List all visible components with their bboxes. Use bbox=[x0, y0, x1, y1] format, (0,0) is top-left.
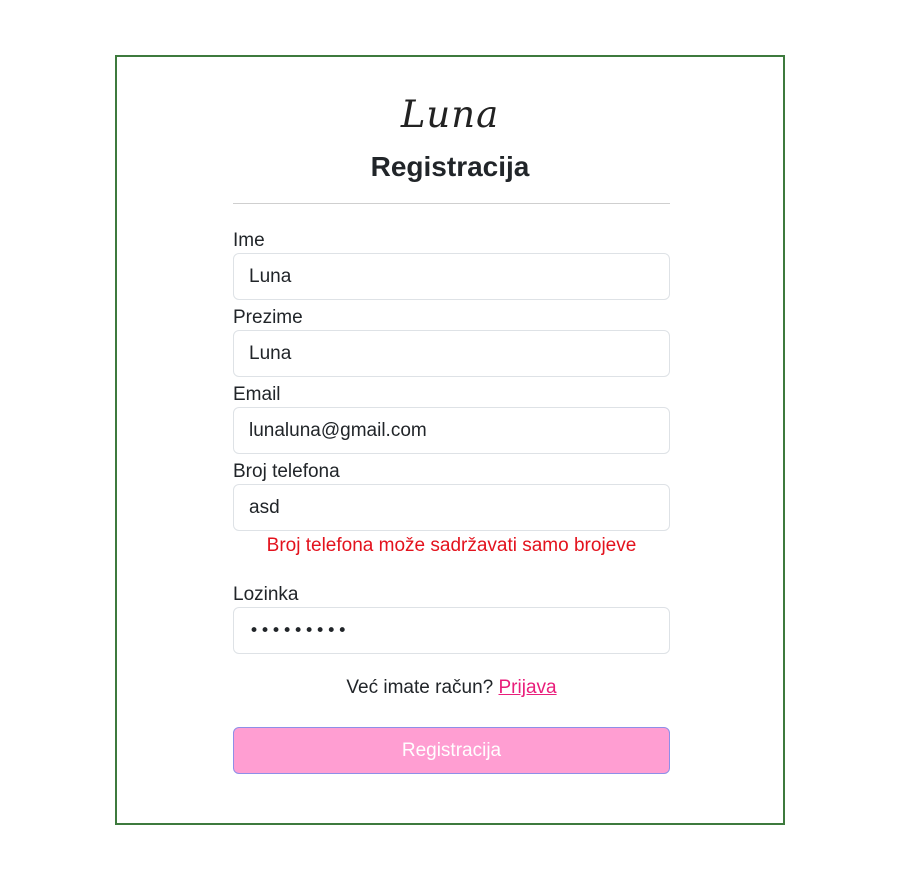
password-input[interactable] bbox=[233, 607, 670, 654]
brand-logo: Luna bbox=[400, 93, 500, 136]
login-link[interactable]: Prijava bbox=[499, 677, 557, 698]
divider bbox=[233, 203, 670, 204]
password-label: Lozinka bbox=[233, 584, 299, 605]
first-name-label: Ime bbox=[233, 230, 265, 251]
login-prompt-text: Već imate račun? bbox=[346, 677, 494, 698]
register-button[interactable]: Registracija bbox=[233, 727, 670, 774]
phone-error-message: Broj telefona može sadržavati samo broje… bbox=[266, 535, 637, 556]
phone-label: Broj telefona bbox=[233, 461, 340, 482]
last-name-label: Prezime bbox=[233, 307, 303, 328]
page-title: Registracija bbox=[370, 151, 530, 182]
phone-input[interactable] bbox=[233, 484, 670, 531]
email-input[interactable] bbox=[233, 407, 670, 454]
login-prompt: Već imate račun? Prijava bbox=[233, 676, 670, 700]
registration-form: Ime Prezime Email Broj telefona Broj tel… bbox=[233, 229, 670, 774]
last-name-input[interactable] bbox=[233, 330, 670, 377]
first-name-input[interactable] bbox=[233, 253, 670, 300]
email-label: Email bbox=[233, 384, 281, 405]
registration-card: Luna Registracija Ime Prezime Email Broj… bbox=[115, 55, 785, 825]
